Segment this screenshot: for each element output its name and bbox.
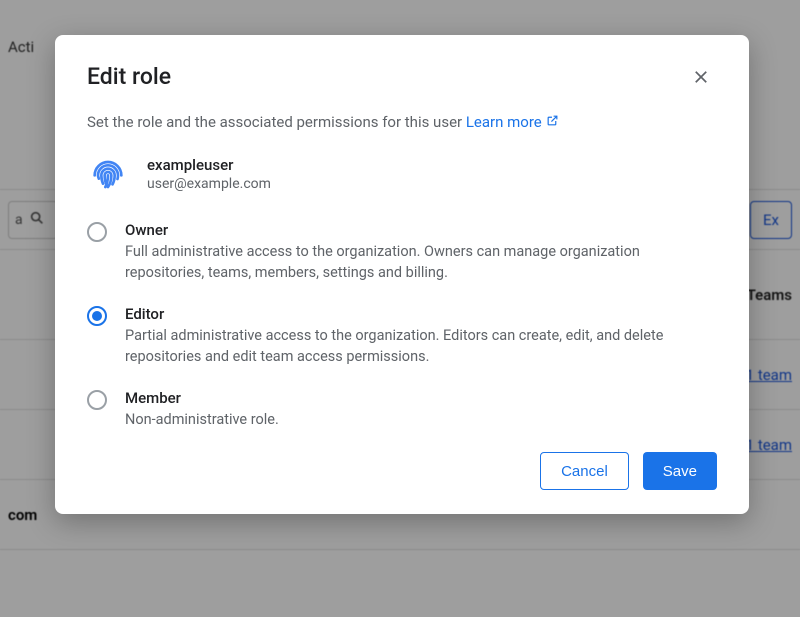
close-icon (692, 68, 710, 90)
role-option-owner[interactable]: Owner Full administrative access to the … (87, 221, 717, 283)
role-desc: Partial administrative access to the org… (125, 325, 685, 367)
username: exampleuser (147, 156, 271, 174)
dialog-subtitle: Set the role and the associated permissi… (87, 113, 717, 131)
cancel-button[interactable]: Cancel (540, 452, 629, 490)
role-desc: Full administrative access to the organi… (125, 241, 685, 283)
close-button[interactable] (685, 63, 717, 95)
external-link-icon (546, 113, 559, 131)
role-option-editor[interactable]: Editor Partial administrative access to … (87, 305, 717, 367)
dialog-title: Edit role (87, 63, 171, 90)
role-desc: Non-administrative role. (125, 409, 279, 430)
role-list: Owner Full administrative access to the … (87, 221, 717, 430)
avatar (87, 153, 129, 195)
radio-member[interactable] (87, 390, 107, 410)
role-option-member[interactable]: Member Non-administrative role. (87, 389, 717, 430)
user-email: user@example.com (147, 176, 271, 192)
radio-editor[interactable] (87, 306, 107, 326)
role-name: Owner (125, 221, 685, 239)
fingerprint-icon (88, 152, 128, 196)
save-button[interactable]: Save (643, 452, 717, 490)
edit-role-dialog: Edit role Set the role and the associate… (55, 35, 749, 514)
learn-more-link[interactable]: Learn more (466, 113, 559, 131)
user-row: exampleuser user@example.com (87, 153, 717, 195)
role-name: Editor (125, 305, 685, 323)
radio-owner[interactable] (87, 222, 107, 242)
role-name: Member (125, 389, 279, 407)
